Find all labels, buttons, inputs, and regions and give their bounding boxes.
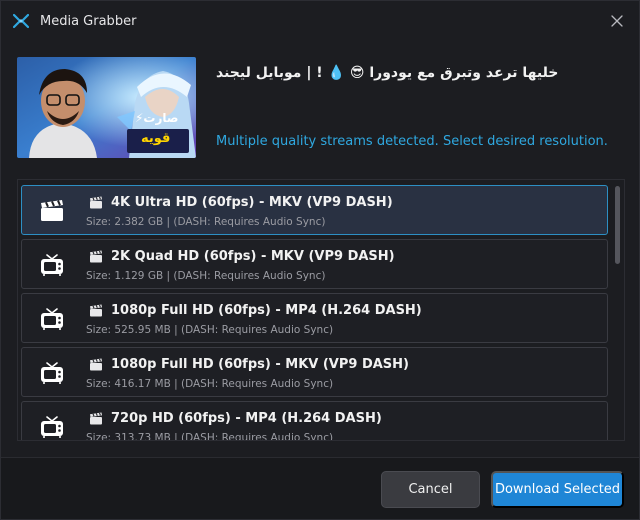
clapper-emoji-icon <box>89 358 103 371</box>
scrollbar-thumb[interactable] <box>615 186 620 264</box>
stream-title: 1080p Full HD (60fps) - MKV (VP9 DASH) <box>111 357 409 372</box>
stream-title-row: 1080p Full HD (60fps) - MP4 (H.264 DASH) <box>89 303 422 318</box>
stream-title: 2K Quad HD (60fps) - MKV (VP9 DASH) <box>111 249 395 264</box>
stream-details: Size: 2.382 GB | (DASH: Requires Audio S… <box>86 216 326 228</box>
tv-icon <box>39 361 65 385</box>
media-grabber-window: Media Grabber صارت⚡ قويه خليها ترعد وتبر… <box>0 0 640 520</box>
stream-details: Size: 416.17 MB | (DASH: Requires Audio … <box>86 378 334 390</box>
stream-title: 720p HD (60fps) - MP4 (H.264 DASH) <box>111 411 382 426</box>
stream-list-item[interactable]: 720p HD (60fps) - MP4 (H.264 DASH) Size: … <box>21 401 608 441</box>
stream-list-item[interactable]: 1080p Full HD (60fps) - MKV (VP9 DASH) Si… <box>21 347 608 397</box>
clapper-emoji-icon <box>89 304 103 317</box>
dialog-footer: Cancel Download Selected <box>1 457 639 519</box>
clapperboard-icon <box>39 199 65 223</box>
close-button[interactable] <box>607 11 627 31</box>
stream-title-row: 1080p Full HD (60fps) - MKV (VP9 DASH) <box>89 357 409 372</box>
video-thumbnail: صارت⚡ قويه <box>17 57 196 158</box>
clapper-emoji-icon <box>89 196 103 209</box>
title-bar: Media Grabber <box>1 1 639 43</box>
status-message: Multiple quality streams detected. Selec… <box>216 134 608 149</box>
app-logo-icon <box>12 13 30 29</box>
stream-list-item[interactable]: 1080p Full HD (60fps) - MP4 (H.264 DASH)… <box>21 293 608 343</box>
tv-icon <box>39 307 65 331</box>
stream-title-row: 4K Ultra HD (60fps) - MKV (VP9 DASH) <box>89 195 393 210</box>
video-info-header: صارت⚡ قويه خليها ترعد وتبرق مع يودورا 😎 … <box>17 57 623 159</box>
stream-title: 1080p Full HD (60fps) - MP4 (H.264 DASH) <box>111 303 422 318</box>
clapper-emoji-icon <box>89 412 103 425</box>
stream-title: 4K Ultra HD (60fps) - MKV (VP9 DASH) <box>111 195 393 210</box>
window-title: Media Grabber <box>40 14 137 29</box>
stream-details: Size: 1.129 GB | (DASH: Requires Audio S… <box>86 270 326 282</box>
stream-title-row: 2K Quad HD (60fps) - MKV (VP9 DASH) <box>89 249 395 264</box>
stream-details: Size: 313.73 MB | (DASH: Requires Audio … <box>86 432 334 441</box>
cancel-button[interactable]: Cancel <box>381 471 480 508</box>
stream-title-row: 720p HD (60fps) - MP4 (H.264 DASH) <box>89 411 382 426</box>
stream-list-item[interactable]: 2K Quad HD (60fps) - MKV (VP9 DASH) Size:… <box>21 239 608 289</box>
stream-list: 4K Ultra HD (60fps) - MKV (VP9 DASH) Size… <box>17 179 625 441</box>
tv-icon <box>39 253 65 277</box>
close-icon <box>611 15 623 27</box>
download-selected-button[interactable]: Download Selected <box>491 471 624 508</box>
stream-list-items: 4K Ultra HD (60fps) - MKV (VP9 DASH) Size… <box>21 185 609 441</box>
stream-list-item[interactable]: 4K Ultra HD (60fps) - MKV (VP9 DASH) Size… <box>21 185 608 235</box>
thumbnail-caption-top: صارت⚡ <box>135 111 179 125</box>
tv-icon <box>39 415 65 439</box>
video-title: خليها ترعد وتبرق مع يودورا 😎 💧 ! | موباي… <box>216 65 559 81</box>
thumbnail-caption-bottom: قويه <box>141 131 171 146</box>
clapper-emoji-icon <box>89 250 103 263</box>
stream-details: Size: 525.95 MB | (DASH: Requires Audio … <box>86 324 334 336</box>
